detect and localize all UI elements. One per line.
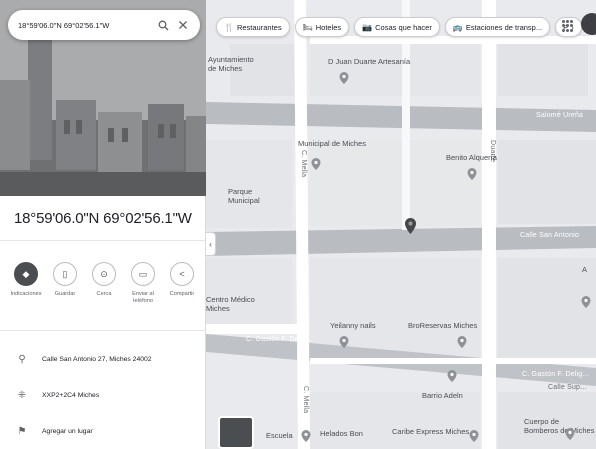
hotel-icon: 🛏: [302, 22, 313, 32]
poi-label-barrio[interactable]: Barrio Adeln: [422, 391, 463, 401]
plus-code-text: XXP2+2C4 Miches: [42, 392, 100, 399]
poi-label-benito[interactable]: Benito Alquería: [446, 153, 497, 163]
collapse-panel-button[interactable]: ‹: [206, 232, 216, 256]
chip-transit[interactable]: 🚌 Estaciones de transp...: [444, 17, 551, 37]
poi-label-bomberos[interactable]: Cuerpo de Bomberos de Miches: [524, 417, 594, 435]
action-bar: ◆ Indicaciones ▯ Guardar ⊙ Cerca ▭ Envia…: [8, 262, 200, 305]
action-label: Guardar: [54, 291, 76, 297]
nearby-icon: ⊙: [92, 262, 116, 286]
poi-label-yeilanny[interactable]: Yeilanny nails: [330, 321, 376, 331]
save-button[interactable]: ▯ Guardar: [47, 262, 83, 305]
poi-label-centro-medico[interactable]: Centro Médico Miches: [206, 295, 255, 313]
place-panel: 18°59'06.0"N 69°02'56.1"W 18°59'06.0"N 6…: [0, 0, 206, 449]
street-label-salome: Salomé Ureña: [536, 112, 584, 119]
avatar[interactable]: [581, 13, 596, 35]
directions-button[interactable]: ◆ Indicaciones: [8, 262, 44, 305]
street-label-san-antonio: Calle San Antonio: [520, 232, 580, 239]
action-label: Cerca: [96, 291, 112, 297]
divider: [0, 240, 206, 241]
chip-label: Restaurantes: [236, 22, 282, 32]
map-canvas[interactable]: Salomé Ureña Calle San Antonio C. Gastón…: [206, 0, 596, 449]
action-label: Indicaciones: [10, 291, 42, 297]
dropped-pin-icon[interactable]: [404, 218, 417, 234]
add-place-row[interactable]: ⚑ Agregar un lugar: [14, 426, 204, 437]
chip-things-to-do[interactable]: 📷 Cosas que hacer: [354, 17, 440, 37]
chip-restaurants[interactable]: 🍴 Restaurantes: [216, 17, 290, 37]
close-icon[interactable]: [176, 18, 190, 32]
map-base: [206, 0, 596, 449]
place-title: 18°59'06.0"N 69°02'56.1"W: [14, 210, 192, 227]
search-icon[interactable]: [156, 18, 170, 32]
plus-code-row[interactable]: ⁜ XXP2+2C4 Miches: [14, 390, 204, 401]
nearby-button[interactable]: ⊙ Cerca: [86, 262, 122, 305]
poi-label-caribe[interactable]: Caribe Express Miches: [392, 427, 469, 437]
poi-label-a: A: [582, 265, 588, 274]
bus-icon: 🚌: [452, 22, 463, 32]
street-label-sup: Calle Sup...: [548, 384, 587, 391]
chevron-left-icon: ‹: [209, 239, 212, 249]
poi-label-ayuntamiento[interactable]: Ayuntamiento de Miches: [208, 55, 254, 73]
search-input[interactable]: 18°59'06.0"N 69°02'56.1"W: [18, 21, 150, 30]
street-label-mella: C. Mella: [300, 150, 307, 178]
poi-label-broreservas[interactable]: BroReservas Miches: [408, 321, 477, 331]
poi-label-municipal[interactable]: Municipal de Miches: [298, 139, 366, 149]
poi-pin-icon[interactable]: [300, 430, 312, 442]
chip-label: Estaciones de transp...: [465, 22, 543, 32]
poi-label-juan-duarte[interactable]: D Juan Duarte Artesanía: [328, 57, 410, 67]
street-label-gaston-2: C. Gastón F. Delig...: [522, 371, 589, 378]
directions-icon: ◆: [14, 262, 38, 286]
address-text: Calle San Antonio 27, Miches 24002: [42, 356, 152, 363]
search-box[interactable]: 18°59'06.0"N 69°02'56.1"W: [8, 10, 200, 40]
poi-pin-icon[interactable]: [564, 428, 576, 440]
poi-label-escuela[interactable]: Escuela: [266, 431, 293, 441]
action-label: Compartir: [169, 291, 195, 297]
phone-icon: ▭: [131, 262, 155, 286]
poi-pin-icon[interactable]: [466, 168, 478, 180]
category-chips: 🍴 Restaurantes 🛏 Hoteles 📷 Cosas que hacer …: [216, 17, 582, 37]
chip-label: Cosas que hacer: [375, 22, 432, 32]
add-place-icon: ⚑: [17, 426, 27, 437]
bookmark-icon: ▯: [53, 262, 77, 286]
address-row[interactable]: ⚲ Calle San Antonio 27, Miches 24002: [14, 354, 204, 365]
poi-pin-icon[interactable]: [456, 336, 468, 348]
chip-label: Hoteles: [315, 22, 342, 32]
share-button[interactable]: < Compartir: [164, 262, 200, 305]
action-label: Enviar al teléfono: [132, 291, 154, 304]
poi-label-helados[interactable]: Helados Bon: [320, 429, 363, 439]
location-pin-icon: ⚲: [18, 354, 26, 365]
poi-pin-icon[interactable]: [580, 296, 592, 308]
plus-code-icon: ⁜: [17, 390, 27, 401]
add-place-text: Agregar un lugar: [42, 428, 93, 435]
poi-pin-icon[interactable]: [468, 430, 480, 442]
restaurant-icon: 🍴: [224, 22, 234, 32]
apps-grid-icon[interactable]: [562, 20, 574, 32]
poi-label-parque[interactable]: Parque Municipal: [228, 187, 260, 205]
street-label-mella-2: C. Mella: [302, 386, 309, 414]
share-icon: <: [170, 262, 194, 286]
camera-icon: 📷: [362, 22, 373, 32]
poi-pin-icon[interactable]: [310, 158, 322, 170]
poi-pin-icon[interactable]: [338, 72, 350, 84]
poi-pin-icon[interactable]: [446, 370, 458, 382]
street-label-gaston: C. Gastón F. Delig...: [246, 336, 313, 343]
layers-button[interactable]: [218, 416, 254, 449]
poi-pin-icon[interactable]: [338, 336, 350, 348]
divider: [0, 330, 206, 331]
send-to-phone-button[interactable]: ▭ Enviar al teléfono: [125, 262, 161, 305]
chip-hotels[interactable]: 🛏 Hoteles: [294, 17, 350, 37]
